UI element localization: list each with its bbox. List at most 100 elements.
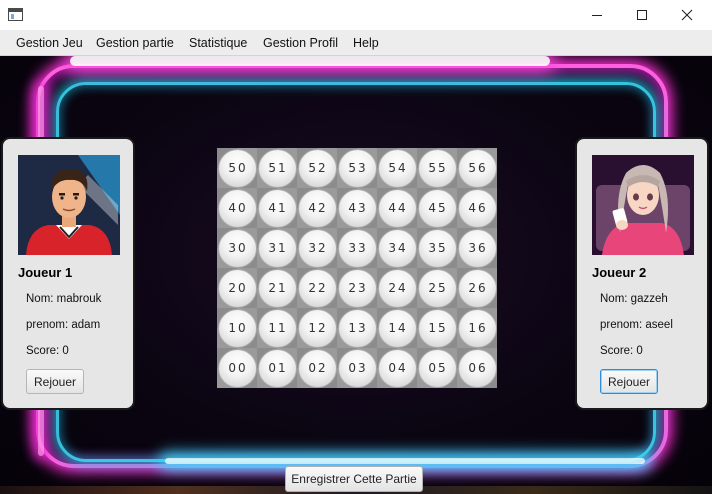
board-cell[interactable]: 06: [457, 348, 497, 388]
board-disc: 35: [417, 228, 457, 268]
board-disc: 02: [297, 348, 337, 388]
board-cell[interactable]: 31: [257, 228, 297, 268]
board-disc: 04: [377, 348, 417, 388]
player-1-nom: Nom: mabrouk: [26, 293, 102, 305]
board-cell[interactable]: 32: [297, 228, 337, 268]
board-disc: 06: [457, 348, 497, 388]
menu-gestion-partie[interactable]: Gestion partie: [96, 30, 174, 56]
board-cell[interactable]: 30: [217, 228, 257, 268]
board-disc: 30: [217, 228, 257, 268]
board-disc: 56: [457, 148, 497, 188]
board-disc: 20: [217, 268, 257, 308]
board-cell[interactable]: 12: [297, 308, 337, 348]
board-disc: 15: [417, 308, 457, 348]
board-cell[interactable]: 43: [337, 188, 377, 228]
board-cell[interactable]: 11: [257, 308, 297, 348]
board-disc: 41: [257, 188, 297, 228]
board-cell[interactable]: 34: [377, 228, 417, 268]
board-cell[interactable]: 41: [257, 188, 297, 228]
board-cell[interactable]: 20: [217, 268, 257, 308]
board-disc: 22: [297, 268, 337, 308]
board-disc: 05: [417, 348, 457, 388]
maximize-button[interactable]: [619, 0, 665, 30]
board-cell[interactable]: 55: [417, 148, 457, 188]
board-cell[interactable]: 04: [377, 348, 417, 388]
board-disc: 21: [257, 268, 297, 308]
board-disc: 32: [297, 228, 337, 268]
board-cell[interactable]: 35: [417, 228, 457, 268]
board-disc: 34: [377, 228, 417, 268]
save-game-button[interactable]: Enregistrer Cette Partie: [285, 466, 423, 492]
board-disc: 53: [337, 148, 377, 188]
game-board: 50 51 52 53 54 55 56 40 41 42 43 44 45 46 30 31 32 33 34 35…: [217, 148, 497, 388]
board-cell[interactable]: 16: [457, 308, 497, 348]
menu-gestion-jeu[interactable]: Gestion Jeu: [16, 30, 83, 56]
board-cell[interactable]: 33: [337, 228, 377, 268]
close-icon: [681, 9, 693, 21]
player-2-title: Joueur 2: [592, 265, 647, 280]
board-cell[interactable]: 52: [297, 148, 337, 188]
board-cell[interactable]: 46: [457, 188, 497, 228]
board-cell[interactable]: 53: [337, 148, 377, 188]
minimize-button[interactable]: [574, 0, 620, 30]
player-2-rejouer-button[interactable]: Rejouer: [600, 369, 658, 394]
board-disc: 55: [417, 148, 457, 188]
board-cell[interactable]: 54: [377, 148, 417, 188]
board-cell[interactable]: 36: [457, 228, 497, 268]
board-cell[interactable]: 40: [217, 188, 257, 228]
player-1-rejouer-button[interactable]: Rejouer: [26, 369, 84, 394]
board-cell[interactable]: 10: [217, 308, 257, 348]
board-cell[interactable]: 50: [217, 148, 257, 188]
menu-statistique[interactable]: Statistique: [189, 30, 247, 56]
menu-bar: Gestion Jeu Gestion partie Statistique G…: [0, 30, 712, 56]
player-1-score: Score: 0: [26, 345, 69, 357]
board-disc: 36: [457, 228, 497, 268]
board-disc: 11: [257, 308, 297, 348]
board-disc: 00: [217, 348, 257, 388]
board-cell[interactable]: 42: [297, 188, 337, 228]
player-2-panel: Joueur 2 Nom: gazzeh prenom: aseel Score…: [575, 137, 709, 410]
close-button[interactable]: [664, 0, 710, 30]
board-cell[interactable]: 56: [457, 148, 497, 188]
board-cell[interactable]: 23: [337, 268, 377, 308]
board-cell[interactable]: 51: [257, 148, 297, 188]
female-avatar-icon: [592, 155, 694, 255]
board-cell[interactable]: 05: [417, 348, 457, 388]
app-window-icon: [8, 8, 23, 21]
player-2-prenom: prenom: aseel: [600, 319, 673, 331]
board-cell[interactable]: 03: [337, 348, 377, 388]
player-1-avatar: [18, 155, 120, 255]
board-cell[interactable]: 14: [377, 308, 417, 348]
board-cell[interactable]: 24: [377, 268, 417, 308]
board-cell[interactable]: 26: [457, 268, 497, 308]
player-2-nom: Nom: gazzeh: [600, 293, 668, 305]
board-disc: 03: [337, 348, 377, 388]
board-cell[interactable]: 01: [257, 348, 297, 388]
board-disc: 26: [457, 268, 497, 308]
neon-glow-top: [70, 56, 550, 66]
board-cell[interactable]: 21: [257, 268, 297, 308]
board-disc: 01: [257, 348, 297, 388]
board-disc: 51: [257, 148, 297, 188]
menu-gestion-profil[interactable]: Gestion Profil: [263, 30, 338, 56]
board-disc: 46: [457, 188, 497, 228]
board-disc: 43: [337, 188, 377, 228]
board-cell[interactable]: 15: [417, 308, 457, 348]
board-cell[interactable]: 00: [217, 348, 257, 388]
board-disc: 12: [297, 308, 337, 348]
menu-help[interactable]: Help: [353, 30, 379, 56]
board-disc: 45: [417, 188, 457, 228]
board-cell[interactable]: 02: [297, 348, 337, 388]
board-disc: 23: [337, 268, 377, 308]
board-cell[interactable]: 25: [417, 268, 457, 308]
board-cell[interactable]: 22: [297, 268, 337, 308]
board-cell[interactable]: 13: [337, 308, 377, 348]
board-cell[interactable]: 44: [377, 188, 417, 228]
board-disc: 24: [377, 268, 417, 308]
board-disc: 40: [217, 188, 257, 228]
player-2-score: Score: 0: [600, 345, 643, 357]
maximize-icon: [637, 10, 647, 20]
player-1-panel: Joueur 1 Nom: mabrouk prenom: adam Score…: [1, 137, 135, 410]
board-cell[interactable]: 45: [417, 188, 457, 228]
minimize-icon: [592, 15, 602, 16]
